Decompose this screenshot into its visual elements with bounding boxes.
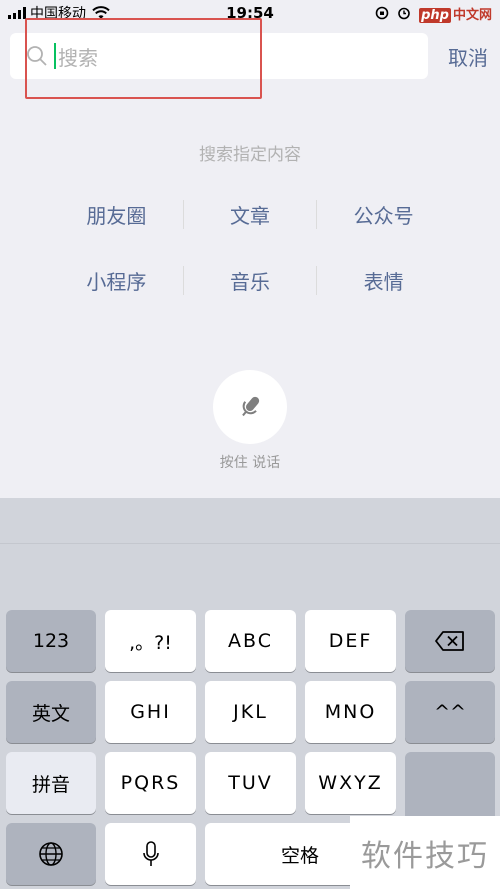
search-input[interactable]: 搜索 bbox=[10, 33, 428, 79]
category-articles[interactable]: 文章 bbox=[182, 199, 317, 229]
key-wxyz[interactable]: WXYZ bbox=[305, 752, 396, 814]
key-123[interactable]: 123 bbox=[6, 610, 96, 672]
carrier-name: 中国移动 bbox=[30, 6, 86, 22]
key-pinyin[interactable]: 拼音 bbox=[6, 752, 96, 814]
text-cursor bbox=[54, 43, 56, 69]
category-mini-programs[interactable]: 小程序 bbox=[50, 266, 183, 295]
cancel-button[interactable]: 取消 bbox=[448, 42, 490, 71]
category-official-accounts[interactable]: 公众号 bbox=[316, 199, 450, 229]
signal-icon bbox=[8, 7, 26, 19]
category-row: 朋友圈 文章 公众号 bbox=[50, 196, 450, 232]
key-microphone[interactable] bbox=[105, 823, 196, 885]
category-stickers[interactable]: 表情 bbox=[316, 265, 450, 295]
search-categories: 朋友圈 文章 公众号 小程序 音乐 表情 bbox=[50, 196, 450, 328]
voice-input-label: 按住 说话 bbox=[219, 455, 281, 471]
search-icon bbox=[27, 46, 47, 66]
backspace-icon bbox=[435, 631, 464, 651]
key-mno[interactable]: MNO bbox=[305, 681, 396, 743]
category-moments[interactable]: 朋友圈 bbox=[50, 200, 183, 229]
key-abc[interactable]: ABC bbox=[205, 610, 296, 672]
key-backspace[interactable] bbox=[405, 610, 495, 672]
keyboard-candidate-bar bbox=[0, 498, 500, 544]
watermark-logo: php 中文网 bbox=[419, 7, 492, 23]
key-jkl[interactable]: JKL bbox=[205, 681, 296, 743]
rotation-lock-icon bbox=[375, 6, 389, 20]
search-placeholder: 搜索 bbox=[58, 45, 98, 70]
key-punctuation[interactable]: ,。?! bbox=[105, 610, 196, 672]
voice-input-button[interactable] bbox=[213, 370, 287, 444]
microphone-icon bbox=[142, 841, 159, 866]
search-bar: 搜索 取消 bbox=[10, 32, 490, 80]
key-english[interactable]: 英文 bbox=[6, 681, 96, 743]
status-bar: 中国移动 19:54 php 中文网 bbox=[0, 0, 500, 26]
key-tuv[interactable]: TUV bbox=[205, 752, 296, 814]
microphone-icon bbox=[242, 396, 260, 417]
key-pqrs[interactable]: PQRS bbox=[105, 752, 196, 814]
category-row: 小程序 音乐 表情 bbox=[50, 262, 450, 298]
search-hint: 搜索指定内容 bbox=[199, 145, 301, 165]
key-ghi[interactable]: GHI bbox=[105, 681, 196, 743]
alarm-icon bbox=[398, 7, 410, 20]
key-emoji[interactable]: ^^ bbox=[405, 681, 495, 743]
globe-icon bbox=[39, 842, 63, 866]
watermark-text: 软件技巧 bbox=[350, 816, 500, 889]
key-globe[interactable] bbox=[6, 823, 96, 885]
category-music[interactable]: 音乐 bbox=[182, 265, 317, 295]
key-def[interactable]: DEF bbox=[305, 610, 396, 672]
wifi-icon bbox=[92, 6, 110, 19]
